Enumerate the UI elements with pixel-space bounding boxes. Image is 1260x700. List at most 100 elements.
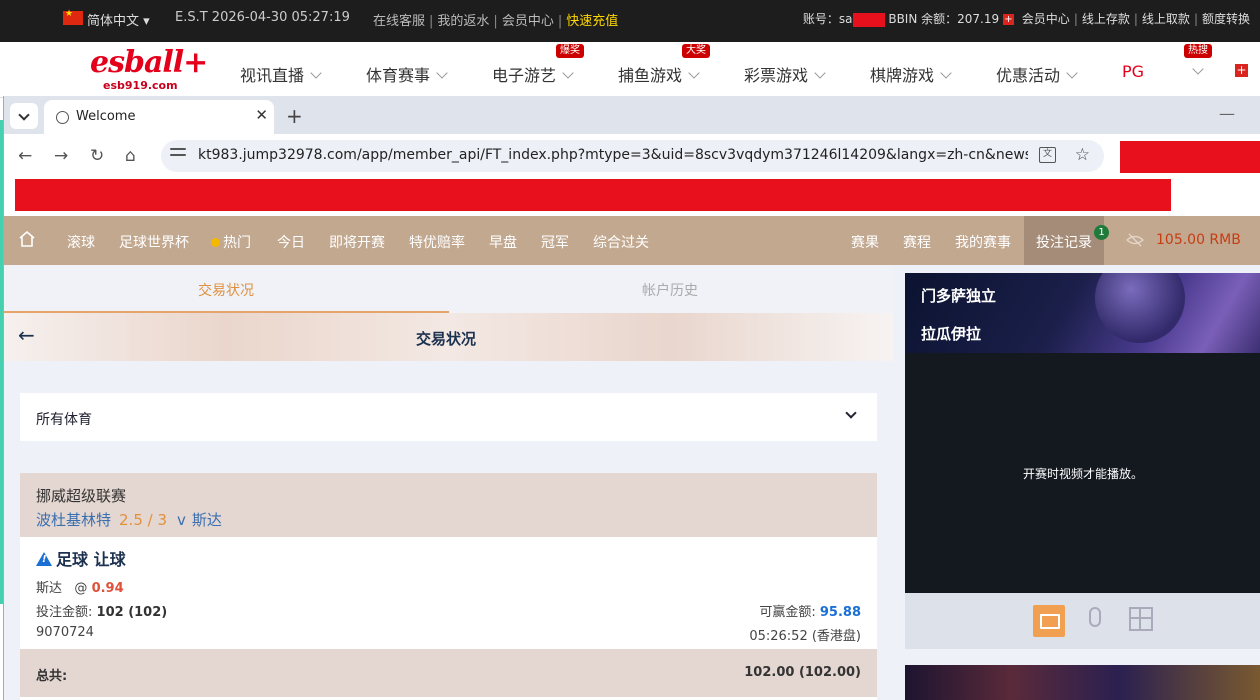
nav-chess[interactable]: 棋牌游戏 xyxy=(870,62,952,86)
home-icon[interactable]: ⌂ xyxy=(125,146,136,166)
nav-parlay[interactable]: 综合过关 xyxy=(593,232,649,252)
bet-card: 挪威超级联赛 波杜基林特2.5 / 3v斯达 足球 让球 斯达 @ 0.94 投… xyxy=(20,473,877,700)
nav-schedule[interactable]: 赛程 xyxy=(903,232,931,252)
right-link-deposit[interactable]: 线上存款 xyxy=(1082,12,1130,26)
minimize-button[interactable]: — xyxy=(1219,104,1235,123)
stake-amount: 投注金额: 102 (102) xyxy=(36,605,168,620)
nav-early[interactable]: 早盘 xyxy=(489,232,517,252)
transaction-panel: 交易状况 帐户历史 ← 交易状况 所有体育 挪威超级联赛 波杜基林特 2.5 / … xyxy=(4,265,893,700)
chevron-down-icon xyxy=(562,67,574,79)
scoreboard-icon[interactable] xyxy=(1129,607,1153,631)
eye-hidden-icon[interactable] xyxy=(1126,233,1144,247)
tab-search-button[interactable] xyxy=(10,103,38,129)
top-bar: 简体中文 ▾ E.S.T 2026-04-30 05:27:19 在线客服|我的… xyxy=(0,0,1260,42)
browser-tab[interactable]: Welcome ✕ xyxy=(44,100,274,134)
tv-icon[interactable] xyxy=(1033,605,1065,637)
link-member-center[interactable]: 会员中心 xyxy=(502,14,554,29)
window-edge xyxy=(0,120,3,604)
nav-hot[interactable]: 热门 xyxy=(211,232,251,252)
nav-promotions[interactable]: 优惠活动 xyxy=(996,62,1078,86)
nav-world-cup[interactable]: 足球世界杯 xyxy=(119,232,189,252)
top-links: 在线客服 | 我的返水 | 会员中心 | 快速充值 xyxy=(373,14,619,29)
est-clock: E.S.T 2026-04-30 05:27:19 xyxy=(175,10,350,25)
nav-hot-search[interactable]: 热搜 xyxy=(1184,44,1212,81)
sport-filter-select[interactable]: 所有体育 xyxy=(20,393,877,441)
nav-upcoming[interactable]: 即将开赛 xyxy=(329,232,385,252)
ticket-id: 9070724 xyxy=(36,625,94,640)
home-icon[interactable] xyxy=(18,230,36,248)
expand-icon[interactable]: + xyxy=(1235,64,1248,77)
tab-title: Welcome xyxy=(76,109,136,124)
nav-fishing[interactable]: 捕鱼游戏 大奖 xyxy=(618,44,710,86)
warning-icon xyxy=(36,552,52,566)
right-link-transfer[interactable]: 额度转换 xyxy=(1202,12,1250,26)
bet-card-header: 挪威超级联赛 波杜基林特 2.5 / 3 v 斯达 xyxy=(20,473,877,537)
total-value: 102.00 (102.00) xyxy=(744,665,861,680)
nav-badge: 热搜 xyxy=(1184,44,1212,58)
language-selector[interactable]: 简体中文 ▾ xyxy=(87,10,150,29)
potential-win: 可赢金额: 95.88 xyxy=(759,605,861,620)
translate-icon[interactable]: 文 xyxy=(1039,147,1056,163)
nav-slots[interactable]: 电子游艺 爆奖 xyxy=(492,44,584,86)
bbin-balance: BBIN 余额：207.19 xyxy=(888,12,1000,26)
address-bar[interactable]: kt983.jump32978.com/app/member_api/FT_in… xyxy=(161,140,1104,172)
microphone-icon[interactable] xyxy=(1089,607,1101,627)
nav-lottery[interactable]: 彩票游戏 xyxy=(744,62,826,86)
nav-results[interactable]: 赛果 xyxy=(851,232,879,252)
nav-pg[interactable]: PG xyxy=(1122,62,1144,81)
url-text[interactable]: kt983.jump32978.com/app/member_api/FT_in… xyxy=(198,147,1028,163)
link-customer-service[interactable]: 在线客服 xyxy=(373,14,425,29)
esball-logo[interactable]: esball+ esb919.com xyxy=(90,46,208,96)
chevron-down-icon xyxy=(1192,63,1204,75)
right-link-member-center[interactable]: 会员中心 xyxy=(1022,12,1070,26)
match-banner[interactable]: 门多萨独立 拉瓜伊拉 xyxy=(905,273,1260,353)
nav-bet-record[interactable]: 投注记录 1 xyxy=(1024,216,1109,265)
chevron-down-icon xyxy=(1066,67,1078,79)
live-sidebar: 门多萨独立 拉瓜伊拉 开赛时视频才能播放。 xyxy=(905,273,1260,700)
link-quick-deposit[interactable]: 快速充值 xyxy=(566,14,618,29)
nav-today[interactable]: 今日 xyxy=(277,232,305,252)
video-controls xyxy=(905,593,1260,649)
video-player[interactable]: 开赛时视频才能播放。 xyxy=(905,353,1260,593)
nav-live-casino[interactable]: 视讯直播 xyxy=(240,62,322,86)
account-label: 账号：sa xyxy=(802,12,853,26)
sub-tabs: 交易状况 帐户历史 xyxy=(4,265,893,313)
add-balance-icon[interactable]: + xyxy=(1002,14,1014,25)
tab-transactions[interactable]: 交易状况 xyxy=(198,280,254,300)
chevron-down-icon xyxy=(688,67,700,79)
sports-nav: 滚球 足球世界杯 热门 今日 即将开赛 特优赔率 早盘 冠军 综合过关 赛果 赛… xyxy=(4,216,1260,265)
total-label: 总共: xyxy=(36,669,68,684)
forward-arrow-icon[interactable]: → xyxy=(54,146,68,166)
redacted-block xyxy=(15,179,1171,211)
chevron-down-icon xyxy=(845,407,857,419)
nav-champion[interactable]: 冠军 xyxy=(541,232,569,252)
sport-filter-value: 所有体育 xyxy=(36,412,92,428)
tab-account-history[interactable]: 帐户历史 xyxy=(642,280,698,300)
site-nav: esball+ esb919.com 视讯直播 体育赛事 电子游艺 爆奖 捕鱼游戏… xyxy=(0,42,1260,98)
bet-type: 足球 让球 xyxy=(36,546,126,570)
bet-count-badge: 1 xyxy=(1094,225,1109,240)
account-balance: 105.00 RMB xyxy=(1156,232,1241,248)
bet-selection: 斯达 @ 0.94 xyxy=(36,581,124,596)
promo-banner[interactable] xyxy=(905,665,1260,700)
browser-window: Welcome ✕ + — ← → ↻ ⌂ kt983.jump32978.co… xyxy=(3,96,1260,700)
nav-my-events[interactable]: 我的赛事 xyxy=(955,232,1011,252)
chevron-down-icon xyxy=(814,67,826,79)
nav-sports[interactable]: 体育赛事 xyxy=(366,62,448,86)
link-rebate[interactable]: 我的返水 xyxy=(437,14,489,29)
back-arrow-icon[interactable]: ← xyxy=(18,146,32,166)
new-tab-button[interactable]: + xyxy=(286,104,303,128)
nav-special-odds[interactable]: 特优赔率 xyxy=(409,232,465,252)
redacted-block xyxy=(1120,141,1260,173)
close-icon[interactable]: ✕ xyxy=(255,106,268,124)
bookmark-star-icon[interactable]: ☆ xyxy=(1075,145,1090,165)
nav-live[interactable]: 滚球 xyxy=(67,232,95,252)
right-link-withdraw[interactable]: 线上取款 xyxy=(1142,12,1190,26)
back-arrow-icon[interactable]: ← xyxy=(18,323,35,347)
match-line: 波杜基林特 2.5 / 3 v 斯达 xyxy=(36,511,222,529)
reload-icon[interactable]: ↻ xyxy=(90,146,104,166)
page-title: 交易状况 xyxy=(416,330,477,348)
site-info-icon[interactable] xyxy=(170,148,186,162)
redacted-username xyxy=(852,12,885,27)
china-flag-icon[interactable] xyxy=(63,9,83,25)
